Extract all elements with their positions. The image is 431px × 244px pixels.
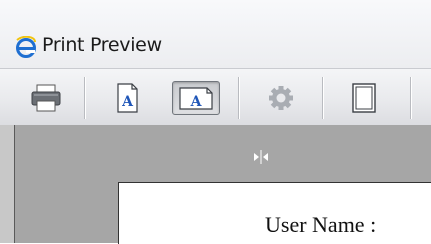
margin-drag-handle-icon[interactable]: [251, 150, 271, 164]
preview-left-border: [0, 125, 15, 243]
window-title: Print Preview: [42, 34, 162, 56]
toolbar-separator: [238, 77, 239, 119]
page-setup-button[interactable]: [262, 81, 300, 115]
landscape-button[interactable]: A: [172, 81, 220, 115]
landscape-page-icon: A: [179, 87, 213, 110]
toolbar: A A: [0, 68, 431, 125]
internet-explorer-icon: [16, 36, 36, 58]
gear-icon: [269, 86, 293, 110]
title-bar: Print Preview: [0, 0, 431, 68]
toolbar-separator: [84, 77, 85, 119]
svg-text:A: A: [121, 94, 134, 110]
printer-icon: [31, 84, 61, 112]
portrait-button[interactable]: A: [108, 81, 146, 115]
svg-text:A: A: [190, 94, 203, 110]
page-frame-icon: [352, 83, 376, 113]
print-button[interactable]: [26, 81, 66, 115]
page-text-user-name: User Name :: [265, 212, 377, 237]
toolbar-separator: [410, 77, 411, 119]
toolbar-separator: [322, 77, 323, 119]
portrait-page-icon: A: [117, 83, 138, 113]
headers-footers-button[interactable]: [346, 81, 382, 115]
